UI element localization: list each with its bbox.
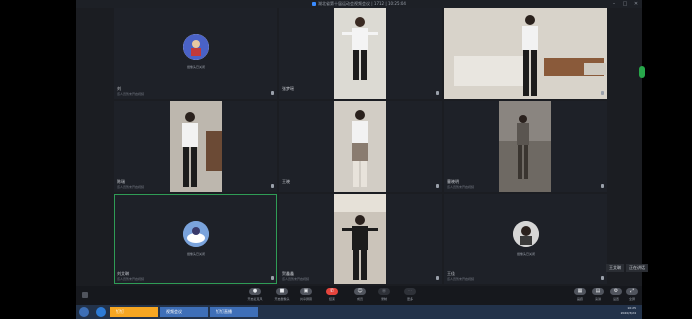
minimize-icon[interactable]: – bbox=[610, 0, 618, 8]
participant-video bbox=[334, 194, 386, 284]
speaking-tag: 正在讲话 bbox=[626, 264, 648, 272]
participant-tile-active[interactable]: 摄像头已关闭 刘艾琳 该人员暂未开启视频 bbox=[114, 194, 277, 284]
app-logo-icon bbox=[312, 2, 317, 6]
avatar-caption: 摄像头已关闭 bbox=[186, 65, 206, 69]
participant-status: 该人员暂未开启视频 bbox=[447, 277, 475, 281]
fullscreen-button[interactable]: ⤢ 全屏 bbox=[622, 288, 642, 306]
gallery-view-button[interactable]: ▦ 画廊 bbox=[570, 288, 590, 306]
video-grid: 摄像头已关闭 刘 该人员暂未开启视频 张梦瑶 陈瑞 该人员暂未开启视频 王晓 曹… bbox=[78, 8, 640, 284]
mic-status-icon bbox=[271, 276, 274, 280]
taskbar-task-live[interactable]: 钉钉直播 bbox=[210, 307, 258, 317]
members-button[interactable]: ☺ 成员 bbox=[350, 288, 370, 306]
participant-video bbox=[334, 101, 386, 192]
system-clock[interactable]: 10:25 2020/3/24 bbox=[596, 306, 636, 316]
participant-tile[interactable]: 贺鑫鑫 该人员暂未开启视频 bbox=[279, 194, 442, 284]
microphone-button[interactable]: ● 开启麦克风 bbox=[245, 288, 265, 306]
participant-tile[interactable]: 摄像头已关闭 王佳 该人员暂未开启视频 bbox=[444, 194, 607, 284]
mic-status-icon bbox=[436, 276, 439, 280]
end-call-button[interactable]: ✆ 结束 bbox=[322, 288, 342, 306]
share-screen-button[interactable]: ▣ 共享屏幕 bbox=[296, 288, 316, 306]
hang-up-icon: ✆ bbox=[326, 288, 338, 295]
avatar-caption: 摄像头已关闭 bbox=[516, 252, 536, 256]
speaker-name: 王艾琳 bbox=[606, 264, 624, 272]
title-bar: 湖北省第十届运动会视频会议 | 1712 | 10:25:04 – □ ✕ bbox=[76, 0, 642, 8]
more-icon: ⋯ bbox=[404, 288, 416, 295]
mic-status-icon bbox=[601, 91, 604, 95]
participant-video bbox=[170, 101, 222, 192]
settings-icon: ⚙ bbox=[610, 288, 622, 295]
participant-tile[interactable]: 张梦瑶 bbox=[279, 8, 442, 99]
mic-status-icon bbox=[436, 184, 439, 188]
mic-status-icon bbox=[601, 184, 604, 188]
participant-status: 该人员暂未开启视频 bbox=[117, 277, 145, 281]
camera-button[interactable]: ■ 开启摄像头 bbox=[272, 288, 292, 306]
maximize-icon[interactable]: □ bbox=[621, 0, 629, 8]
participant-video bbox=[444, 8, 607, 99]
mic-status-icon bbox=[601, 276, 604, 280]
record-button[interactable]: ◉ 录制 bbox=[374, 288, 394, 306]
mic-status-icon bbox=[436, 91, 439, 95]
more-button[interactable]: ⋯ 更多 bbox=[400, 288, 420, 306]
participant-video bbox=[334, 8, 386, 99]
window-title: 湖北省第十届运动会视频会议 | 1712 | 10:25:04 bbox=[76, 0, 642, 8]
close-icon[interactable]: ✕ bbox=[632, 0, 640, 8]
taskbar-task-video[interactable]: 视频会议 bbox=[160, 307, 208, 317]
microphone-icon: ● bbox=[249, 288, 261, 295]
mic-status-icon bbox=[271, 184, 274, 188]
side-panel-toggle[interactable] bbox=[639, 66, 645, 78]
meeting-window: 湖北省第十届运动会视频会议 | 1712 | 10:25:04 – □ ✕ 摄像… bbox=[76, 0, 642, 319]
participant-tile[interactable] bbox=[444, 8, 607, 99]
participant-tile[interactable]: 陈瑞 该人员暂未开启视频 bbox=[114, 101, 277, 192]
participant-status: 该人员暂未开启视频 bbox=[117, 92, 145, 96]
members-icon: ☺ bbox=[354, 288, 366, 295]
record-icon: ◉ bbox=[378, 288, 390, 295]
speaker-indicator: 王艾琳 正在讲话 bbox=[604, 264, 648, 272]
share-screen-icon: ▣ bbox=[300, 288, 312, 295]
speaker-icon: ▤ bbox=[592, 288, 604, 295]
fullscreen-icon: ⤢ bbox=[626, 288, 638, 295]
participant-status: 该人员暂未开启视频 bbox=[282, 277, 310, 281]
participant-name: 张梦瑶 bbox=[282, 86, 294, 91]
mic-status-icon bbox=[271, 91, 274, 95]
participant-name: 王晓 bbox=[282, 179, 290, 184]
taskbar: 钉钉 视频会议 钉钉直播 10:25 2020/3/24 bbox=[76, 305, 642, 319]
participant-tile[interactable]: 曹晓明 该人员暂未开启视频 bbox=[444, 101, 607, 192]
participant-tile[interactable]: 摄像头已关闭 刘 该人员暂未开启视频 bbox=[114, 8, 277, 99]
participant-status: 该人员暂未开启视频 bbox=[447, 185, 475, 189]
avatar-caption: 摄像头已关闭 bbox=[186, 252, 206, 256]
browser-icon[interactable] bbox=[96, 307, 106, 317]
avatar bbox=[183, 221, 209, 247]
gallery-icon: ▦ bbox=[574, 288, 586, 295]
avatar bbox=[513, 221, 539, 247]
participant-tile[interactable]: 王晓 bbox=[279, 101, 442, 192]
avatar bbox=[183, 34, 209, 60]
speaker-view-button[interactable]: ▤ 演讲 bbox=[588, 288, 608, 306]
participant-video bbox=[499, 101, 551, 192]
participant-status: 该人员暂未开启视频 bbox=[117, 185, 145, 189]
taskbar-task-dingtalk[interactable]: 钉钉 bbox=[110, 307, 158, 317]
camera-icon: ■ bbox=[276, 288, 288, 295]
windows-start-icon[interactable] bbox=[79, 307, 89, 317]
network-icon[interactable] bbox=[82, 292, 88, 298]
